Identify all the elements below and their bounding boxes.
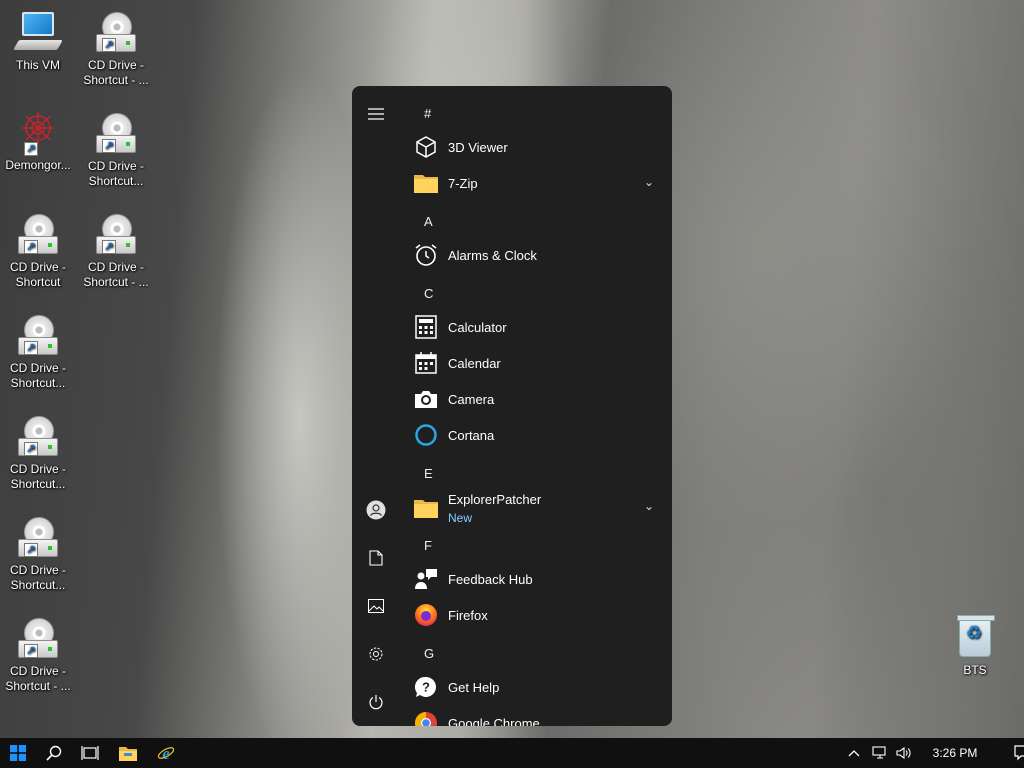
action-center-button[interactable] — [1002, 745, 1024, 761]
desktop-icon-label: CD Drive - Shortcut... — [88, 159, 144, 188]
app-name: 7-Zip — [448, 175, 478, 191]
internet-explorer-icon: e — [157, 744, 175, 762]
app-calculator[interactable]: Calculator — [412, 309, 662, 345]
search-button[interactable] — [36, 738, 72, 768]
desktop-icon-cd-drive[interactable]: ↗ CD Drive - Shortcut... — [80, 111, 152, 189]
desktop-icon-label: CD Drive - Shortcut - ... — [83, 58, 149, 87]
app-get-help[interactable]: ? Get Help — [412, 669, 662, 705]
notification-icon — [1014, 745, 1024, 761]
section-header-a[interactable]: A — [424, 214, 433, 229]
app-name: Camera — [448, 391, 495, 407]
desktop-icon-label: CD Drive - Shortcut — [10, 260, 66, 289]
app-camera[interactable]: Camera — [412, 381, 662, 417]
start-menu: # 3D Viewer 7-Zip ⌄ A Alarms & Clock C C… — [352, 86, 672, 726]
chevron-down-icon[interactable]: ⌄ — [644, 499, 654, 513]
chevron-down-icon[interactable]: ⌄ — [644, 175, 654, 189]
desktop-icon-cd-drive[interactable]: ↗ CD Drive - Shortcut... — [2, 414, 74, 492]
desktop-icon-label: This VM — [15, 58, 60, 72]
desktop-icon-cd-drive[interactable]: ↗ CD Drive - Shortcut... — [2, 313, 74, 391]
desktop-icon-cd-drive[interactable]: ↗ CD Drive - Shortcut - ... — [80, 212, 152, 290]
desktop-icon-label: CD Drive - Shortcut - ... — [83, 260, 149, 289]
section-header-c[interactable]: C — [424, 286, 433, 301]
desktop-icon-demongor[interactable]: ↗ Demongor... — [2, 110, 74, 173]
desktop-icon-cd-drive[interactable]: ↗ CD Drive - Shortcut — [2, 212, 74, 290]
system-tray: 3:26 PM — [844, 738, 1024, 768]
start-rail — [352, 86, 400, 726]
svg-text:e: e — [162, 744, 170, 762]
get-help-icon: ? — [412, 673, 440, 701]
svg-text:?: ? — [422, 680, 430, 695]
app-7-zip[interactable]: 7-Zip ⌄ — [412, 165, 662, 201]
chevron-up-icon[interactable] — [844, 749, 864, 757]
feedback-hub-icon — [412, 565, 440, 593]
cortana-icon — [412, 421, 440, 449]
power-icon[interactable] — [360, 686, 392, 718]
start-button[interactable] — [0, 738, 36, 768]
app-name: Calendar — [448, 355, 501, 371]
app-name: Alarms & Clock — [448, 247, 537, 263]
app-cortana[interactable]: Cortana — [412, 417, 662, 453]
section-header-hash[interactable]: # — [424, 106, 431, 121]
3d-viewer-icon — [412, 133, 440, 161]
app-3d-viewer[interactable]: 3D Viewer — [412, 129, 662, 165]
desktop-icon-label: CD Drive - Shortcut - ... — [5, 664, 71, 693]
taskbar: e 3:26 PM — [0, 738, 1024, 768]
section-header-e[interactable]: E — [424, 466, 433, 481]
task-view-button[interactable] — [72, 738, 108, 768]
demongor-icon — [22, 112, 54, 144]
desktop-icon-label: BTS — [963, 663, 987, 677]
app-name: Firefox — [448, 607, 488, 623]
app-name: 3D Viewer — [448, 139, 508, 155]
desktop-icon-this-vm[interactable]: This VM — [2, 10, 74, 73]
chrome-icon — [412, 709, 440, 726]
app-feedback-hub[interactable]: Feedback Hub — [412, 561, 662, 597]
pictures-icon[interactable] — [360, 590, 392, 622]
calendar-icon — [412, 349, 440, 377]
network-icon[interactable] — [868, 746, 892, 760]
start-icon — [10, 745, 26, 761]
recycle-bin-icon: ♻ — [957, 615, 995, 657]
section-header-f[interactable]: F — [424, 538, 432, 553]
desktop-icon-label: CD Drive - Shortcut... — [10, 361, 66, 390]
alarm-clock-icon — [412, 241, 440, 269]
section-header-g[interactable]: G — [424, 646, 434, 661]
app-firefox[interactable]: Firefox — [412, 597, 662, 633]
internet-explorer-button[interactable]: e — [148, 738, 184, 768]
app-google-chrome[interactable]: Google Chrome — [412, 705, 662, 726]
app-calendar[interactable]: Calendar — [412, 345, 662, 381]
app-explorerpatcher[interactable]: ExplorerPatcher New ⌄ — [412, 489, 662, 527]
desktop-icon-label: CD Drive - Shortcut... — [10, 462, 66, 491]
volume-icon[interactable] — [892, 746, 916, 760]
firefox-icon — [412, 601, 440, 629]
desktop-icon-label: Demongor... — [5, 158, 71, 172]
computer-icon — [22, 12, 54, 36]
folder-icon — [412, 169, 440, 197]
desktop-icon-recycle-bin[interactable]: ♻ BTS — [939, 615, 1011, 678]
app-name: ExplorerPatcher — [448, 492, 542, 507]
desktop-icon-cd-drive[interactable]: ↗ CD Drive - Shortcut... — [2, 515, 74, 593]
task-view-icon — [81, 746, 99, 760]
app-name: Google Chrome — [448, 715, 540, 727]
app-name: Cortana — [448, 427, 495, 443]
camera-icon — [412, 385, 440, 413]
clock[interactable]: 3:26 PM — [924, 746, 986, 760]
app-name: Get Help — [448, 679, 500, 695]
search-icon — [46, 745, 62, 761]
app-name: Feedback Hub — [448, 571, 533, 587]
settings-icon[interactable] — [360, 638, 392, 670]
app-alarms-clock[interactable]: Alarms & Clock — [412, 237, 662, 273]
folder-icon — [412, 494, 440, 522]
file-explorer-button[interactable] — [110, 738, 146, 768]
new-badge: New — [448, 511, 473, 525]
desktop-icon-label: CD Drive - Shortcut... — [10, 563, 66, 592]
user-account-icon[interactable] — [360, 494, 392, 526]
documents-icon[interactable] — [360, 542, 392, 574]
file-explorer-icon — [119, 747, 137, 761]
desktop-icon-cd-drive[interactable]: ↗ CD Drive - Shortcut - ... — [80, 10, 152, 88]
calculator-icon — [412, 313, 440, 341]
desktop-icon-cd-drive[interactable]: ↗ CD Drive - Shortcut - ... — [2, 616, 74, 694]
app-list: # 3D Viewer 7-Zip ⌄ A Alarms & Clock C C… — [400, 86, 672, 726]
hamburger-menu-icon[interactable] — [360, 98, 392, 130]
app-name: Calculator — [448, 319, 507, 335]
